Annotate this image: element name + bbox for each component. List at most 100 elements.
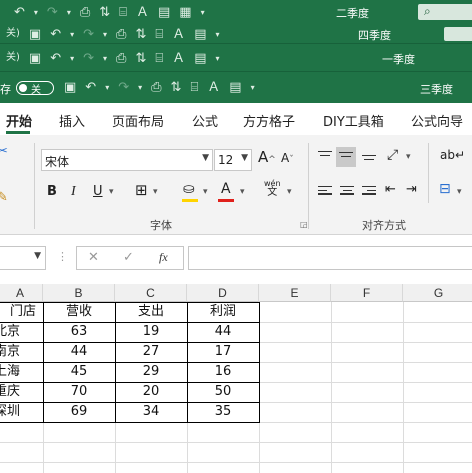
fill-icon[interactable]: ▤ [194,28,206,41]
save-icon[interactable]: ▣ [29,28,41,41]
shrink-font-button[interactable]: Aˇ [281,152,294,165]
align-top-icon[interactable] [318,151,332,163]
customize-qa-icon[interactable]: ▾ [215,54,219,63]
chevron-down-icon[interactable]: ▾ [70,54,74,63]
chevron-down-icon[interactable]: ▾ [103,30,107,39]
chevron-down-icon[interactable]: ▾ [203,188,208,197]
redo-icon[interactable]: ↷ [118,81,129,94]
increase-indent-icon[interactable]: ⇥ [406,183,417,196]
chevron-down-icon[interactable]: ▾ [153,188,158,197]
text-box-icon[interactable]: Ａ [136,6,149,19]
filter-icon[interactable]: ⌸ [190,81,198,94]
worksheet-grid[interactable]: A B C D E F G 门店 营收 支出 利润 北京 63 19 44 南京… [0,284,472,473]
redo-icon[interactable]: ↷ [47,6,58,19]
table-cell-revenue[interactable]: 45 [43,362,115,382]
undo-icon[interactable]: ↶ [14,6,25,19]
filter-icon[interactable]: ⌸ [119,6,127,19]
table-cell-store[interactable]: 重庆 [0,382,42,402]
sort-icon[interactable]: ⇅ [171,81,182,94]
bold-button[interactable]: B [47,185,57,198]
table-cell-profit[interactable]: 35 [187,402,259,422]
fill-icon[interactable]: ▤ [194,52,206,65]
table-cell-revenue[interactable]: 70 [43,382,115,402]
chevron-down-icon[interactable]: ▾ [406,153,411,162]
italic-button[interactable]: I [71,185,76,199]
filter-icon[interactable]: ⌸ [155,28,163,41]
fill-icon[interactable]: ▤ [229,81,241,94]
column-header-a[interactable]: A [0,284,43,302]
merge-center-icon[interactable]: ⊟ [439,182,451,196]
underline-button[interactable]: U [93,185,103,198]
fill-icon[interactable]: ▤ [158,6,170,19]
table-cell-revenue[interactable]: 44 [43,342,115,362]
cut-icon[interactable]: ✂ [0,145,8,158]
undo-icon[interactable]: ↶ [85,81,96,94]
tab-formula-wizard[interactable]: 公式向导 [411,111,463,130]
chevron-down-icon[interactable]: ▾ [105,83,109,92]
table-cell-expense[interactable]: 27 [115,342,187,362]
customize-qa-icon[interactable]: ▾ [201,8,205,17]
save-icon[interactable]: ▣ [29,52,41,65]
sort-icon[interactable]: ⇅ [135,28,146,41]
formula-input[interactable] [188,246,472,270]
align-middle-icon[interactable] [339,152,353,164]
align-bottom-icon[interactable] [362,155,376,167]
chevron-down-icon[interactable]: ▾ [70,30,74,39]
tab-formulas[interactable]: 公式 [192,111,218,130]
format-icon[interactable]: ⎙ [151,81,161,94]
align-center-icon[interactable] [340,186,354,198]
font-size-select[interactable]: 12 ▼ [214,149,252,171]
table-cell-store[interactable]: 北京 [0,322,42,342]
format-painter-icon[interactable]: ✎ [0,191,8,204]
table-cell-expense[interactable]: 29 [115,362,187,382]
text-box-icon[interactable]: Ａ [172,28,185,41]
filter-icon[interactable]: ⌸ [155,52,163,65]
table-cell-store[interactable]: 南京 [0,342,42,362]
table-cell-profit[interactable]: 50 [187,382,259,402]
table-cell-profit[interactable]: 16 [187,362,259,382]
borders-button[interactable]: ⊞ [135,183,148,198]
table-cell-revenue[interactable]: 69 [43,402,115,422]
chevron-down-icon[interactable]: ▾ [34,8,38,17]
undo-icon[interactable]: ↶ [50,52,61,65]
fill-color-button[interactable]: ⛀ [183,182,195,196]
font-color-button[interactable]: A [221,182,231,196]
chevron-down-icon[interactable]: ▾ [138,83,142,92]
redo-icon[interactable]: ↷ [83,28,94,41]
undo-icon[interactable]: ↶ [50,28,61,41]
customize-qa-icon[interactable]: ▾ [215,30,219,39]
table-cell-expense[interactable]: 19 [115,322,187,342]
chevron-down-icon[interactable]: ▾ [67,8,71,17]
name-box[interactable]: ▼ [0,246,46,270]
autosave-toggle[interactable]: 关 [16,81,54,96]
table-header-expense[interactable]: 支出 [115,302,187,322]
enter-formula-button[interactable]: ✓ [123,250,134,265]
column-header-e[interactable]: E [259,284,331,302]
table-header-profit[interactable]: 利润 [187,302,259,322]
orientation-icon[interactable]: ⤢ [387,148,398,162]
table-cell-expense[interactable]: 20 [115,382,187,402]
chevron-down-icon[interactable]: ▾ [240,188,245,197]
format-icon[interactable]: ⎙ [80,6,90,19]
table-cell-expense[interactable]: 34 [115,402,187,422]
sort-icon[interactable]: ⇅ [135,52,146,65]
table-cell-profit[interactable]: 17 [187,342,259,362]
column-header-f[interactable]: F [331,284,403,302]
save-icon[interactable]: ▣ [64,81,76,94]
grow-font-button[interactable]: A^ [258,150,276,165]
column-header-g[interactable]: G [403,284,472,302]
tab-page-layout[interactable]: 页面布局 [112,111,164,130]
tab-diy-toolbox[interactable]: DIY工具箱 [323,111,384,130]
search-box[interactable] [444,27,472,41]
chevron-down-icon[interactable]: ▾ [287,188,292,197]
text-box-icon[interactable]: Ａ [172,52,185,65]
sort-icon[interactable]: ⇅ [99,6,110,19]
column-header-b[interactable]: B [43,284,115,302]
insert-function-button[interactable]: fx [159,250,168,265]
chevron-down-icon[interactable]: ▾ [457,188,462,197]
autosave-toggle-fragment[interactable]: 关) [6,53,20,63]
chevron-down-icon[interactable]: ▾ [103,54,107,63]
text-box-icon[interactable]: Ａ [207,81,220,94]
wrap-text-icon[interactable]: ab↵ [440,149,465,161]
table-header-revenue[interactable]: 营收 [43,302,115,322]
